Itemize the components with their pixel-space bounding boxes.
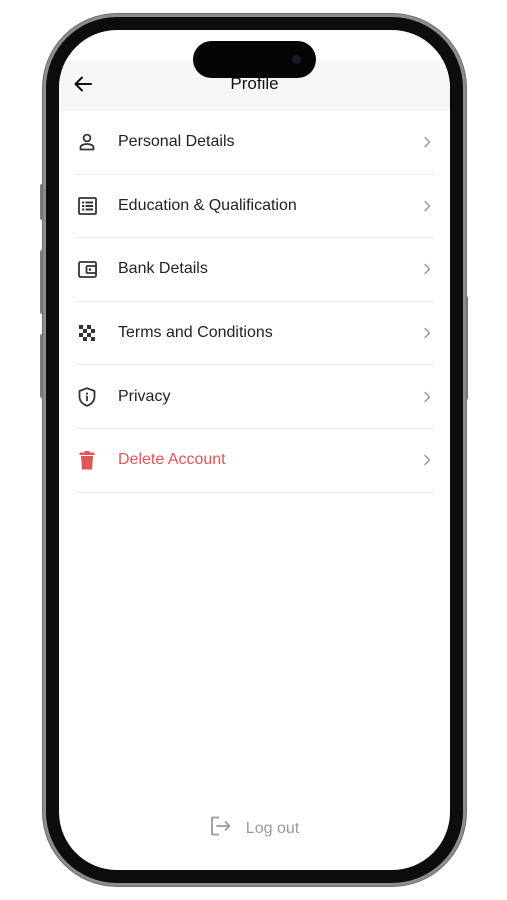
- list-document-icon: [75, 194, 99, 218]
- chevron-right-icon: [422, 199, 432, 213]
- menu-item-bank-details[interactable]: Bank Details: [75, 238, 434, 302]
- chevron-right-icon: [422, 135, 432, 149]
- wallet-icon: [75, 257, 99, 281]
- menu-item-label: Education & Qualification: [118, 196, 297, 214]
- menu-item-personal-details[interactable]: Personal Details: [75, 111, 434, 175]
- dynamic-island: [193, 41, 316, 78]
- chevron-right-icon: [422, 453, 432, 467]
- person-icon: [75, 130, 99, 154]
- front-camera: [292, 55, 301, 64]
- logout-label: Log out: [245, 819, 300, 837]
- menu-item-label: Privacy: [118, 387, 171, 405]
- trash-icon: [75, 448, 99, 472]
- app-screen: Profile Personal Details Education & Qua…: [59, 30, 450, 870]
- menu-item-delete-account[interactable]: Delete Account: [75, 429, 434, 493]
- menu-item-label: Delete Account: [118, 451, 226, 469]
- menu-item-terms-conditions[interactable]: Terms and Conditions: [75, 302, 434, 366]
- stage: Profile Personal Details Education & Qua…: [0, 0, 507, 900]
- menu-item-label: Terms and Conditions: [118, 324, 273, 342]
- checker-icon: [75, 321, 99, 345]
- chevron-right-icon: [422, 262, 432, 276]
- menu-item-education-qualification[interactable]: Education & Qualification: [75, 175, 434, 239]
- chevron-right-icon: [422, 326, 432, 340]
- shield-info-icon: [75, 385, 99, 409]
- logout-button[interactable]: Log out: [59, 816, 450, 841]
- menu-item-privacy[interactable]: Privacy: [75, 365, 434, 429]
- menu-item-label: Bank Details: [118, 260, 208, 278]
- menu-item-label: Personal Details: [118, 133, 235, 151]
- profile-menu: Personal Details Education & Qualificati…: [75, 111, 434, 493]
- chevron-right-icon: [422, 390, 432, 404]
- logout-icon: [210, 816, 232, 841]
